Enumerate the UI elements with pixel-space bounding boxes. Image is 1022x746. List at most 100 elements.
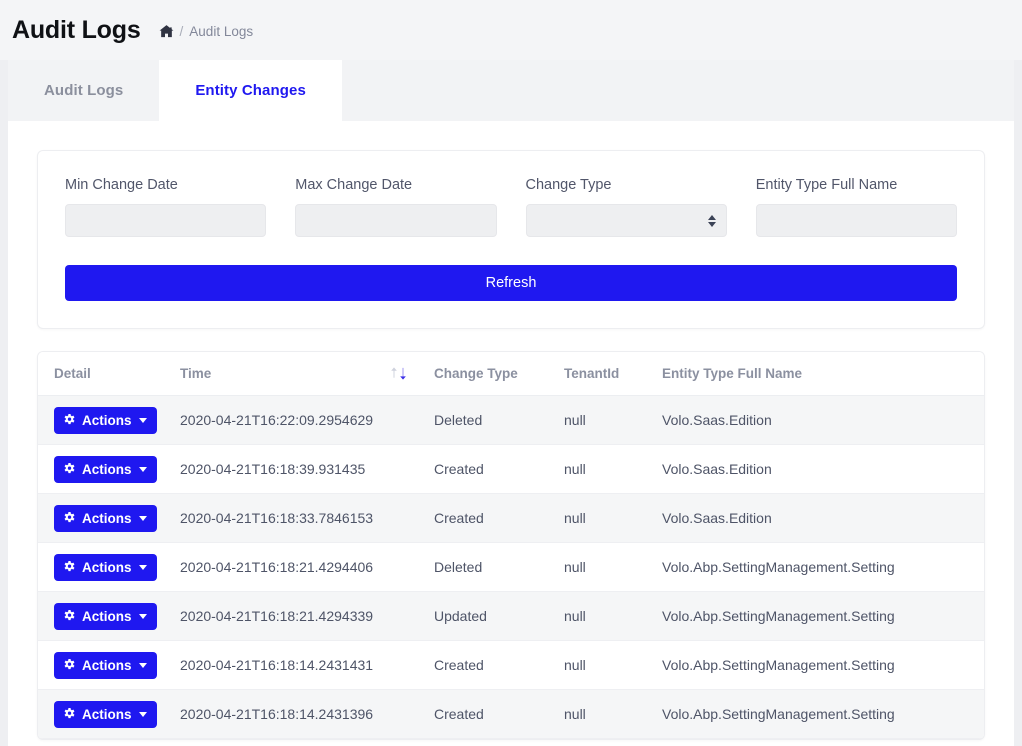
chevron-down-icon: [138, 564, 147, 570]
cell-time: 2020-04-21T16:22:09.2954629: [180, 395, 434, 446]
actions-button[interactable]: Actions: [54, 553, 157, 582]
cell-entity: Volo.Abp.SettingManagement.Setting: [662, 689, 984, 740]
field-max-change-date: Max Change Date: [295, 177, 497, 238]
breadcrumb-separator: /: [179, 24, 184, 39]
field-change-type: Change Type: [525, 177, 727, 238]
cell-entity: Volo.Saas.Edition: [662, 493, 984, 544]
actions-button[interactable]: Actions: [54, 602, 157, 631]
change-type-select-wrap: [525, 204, 727, 238]
table-row: Actions 2020-04-21T16:18:14.2431431 Create…: [38, 640, 984, 691]
cell-time: 2020-04-21T16:18:14.2431431: [180, 640, 434, 691]
entity-changes-table: Detail Time Change Type TenantId Entity …: [38, 352, 984, 740]
cell-entity: Volo.Abp.SettingManagement.Setting: [662, 591, 984, 642]
column-header-tenant-id-label: TenantId: [564, 366, 620, 382]
column-header-detail-label: Detail: [54, 366, 91, 382]
cell-time: 2020-04-21T16:18:14.2431396: [180, 689, 434, 740]
cell-change: Created: [434, 640, 564, 691]
table-row: Actions 2020-04-21T16:18:33.7846153 Create…: [38, 493, 984, 544]
cell-detail: Actions: [38, 444, 180, 495]
cell-change: Created: [434, 689, 564, 740]
table-row: Actions 2020-04-21T16:18:21.4294339 Update…: [38, 591, 984, 642]
cell-tenant: null: [564, 591, 662, 642]
entity-changes-table-card: Detail Time Change Type TenantId Entity …: [37, 351, 985, 741]
sort-icon[interactable]: [390, 366, 407, 381]
cell-detail: Actions: [38, 493, 180, 544]
home-icon[interactable]: [159, 24, 174, 39]
cell-time: 2020-04-21T16:18:33.7846153: [180, 493, 434, 544]
gear-icon: [63, 609, 76, 623]
entity-type-full-name-input[interactable]: [755, 204, 957, 238]
cell-detail: Actions: [38, 640, 180, 691]
cell-change: Updated: [434, 591, 564, 642]
chevron-down-icon: [138, 417, 147, 423]
column-header-change-type-label: Change Type: [434, 366, 518, 382]
refresh-button[interactable]: Refresh: [65, 265, 957, 302]
chevron-down-icon: [138, 711, 147, 717]
content-shell: Audit Logs Entity Changes Min Change Dat…: [8, 60, 1014, 746]
cell-detail: Actions: [38, 689, 180, 740]
cell-entity: Volo.Abp.SettingManagement.Setting: [662, 542, 984, 593]
max-change-date-input[interactable]: [295, 204, 497, 238]
actions-button[interactable]: Actions: [54, 406, 157, 435]
tab-audit-logs[interactable]: Audit Logs: [8, 60, 159, 121]
actions-button-label: Actions: [82, 608, 132, 624]
tab-audit-logs-label: Audit Logs: [44, 82, 124, 99]
gear-icon: [63, 511, 76, 525]
cell-tenant: null: [564, 395, 662, 446]
column-header-entity-type-full-name-label: Entity Type Full Name: [662, 366, 803, 382]
tab-panel-entity-changes: Min Change Date Max Change Date Change T…: [8, 122, 1014, 741]
actions-button-label: Actions: [82, 510, 132, 526]
actions-button-label: Actions: [82, 706, 132, 722]
cell-entity: Volo.Saas.Edition: [662, 444, 984, 495]
min-change-date-input[interactable]: [65, 204, 267, 238]
gear-icon: [63, 560, 76, 574]
cell-detail: Actions: [38, 591, 180, 642]
column-header-tenant-id: TenantId: [564, 352, 662, 397]
table-head: Detail Time Change Type TenantId Entity …: [38, 352, 984, 397]
actions-button-label: Actions: [82, 461, 132, 477]
cell-tenant: null: [564, 444, 662, 495]
chevron-down-icon: [138, 515, 147, 521]
column-header-time-label: Time: [180, 366, 212, 382]
max-change-date-label: Max Change Date: [295, 177, 413, 193]
gear-icon: [63, 413, 76, 427]
table-row: Actions 2020-04-21T16:18:21.4294406 Delete…: [38, 542, 984, 593]
cell-time: 2020-04-21T16:18:21.4294406: [180, 542, 434, 593]
table-row: Actions 2020-04-21T16:18:39.931435 Created…: [38, 444, 984, 495]
actions-button[interactable]: Actions: [54, 651, 157, 680]
cell-tenant: null: [564, 542, 662, 593]
table-row: Actions 2020-04-21T16:22:09.2954629 Delete…: [38, 395, 984, 446]
cell-time: 2020-04-21T16:18:39.931435: [180, 444, 434, 495]
cell-detail: Actions: [38, 542, 180, 593]
page-title: Audit Logs: [12, 15, 141, 44]
actions-button[interactable]: Actions: [54, 504, 157, 533]
column-header-time[interactable]: Time: [180, 352, 434, 397]
column-header-detail: Detail: [38, 352, 180, 397]
gear-icon: [63, 462, 76, 476]
cell-change: Created: [434, 444, 564, 495]
actions-button-label: Actions: [82, 412, 132, 428]
column-header-change-type: Change Type: [434, 352, 564, 397]
table-body: Actions 2020-04-21T16:22:09.2954629 Delete…: [38, 395, 984, 740]
tab-bar: Audit Logs Entity Changes: [8, 60, 1014, 122]
tab-entity-changes[interactable]: Entity Changes: [159, 60, 342, 121]
chevron-down-icon: [138, 662, 147, 668]
cell-change: Deleted: [434, 395, 564, 446]
actions-button[interactable]: Actions: [54, 700, 157, 729]
entity-type-full-name-label: Entity Type Full Name: [755, 177, 898, 193]
change-type-label: Change Type: [525, 177, 612, 193]
chevron-down-icon: [138, 466, 147, 472]
cell-entity: Volo.Abp.SettingManagement.Setting: [662, 640, 984, 691]
breadcrumb: / Audit Logs: [159, 21, 254, 39]
breadcrumb-current: Audit Logs: [189, 24, 254, 39]
table-row: Actions 2020-04-21T16:18:14.2431396 Create…: [38, 689, 984, 740]
gear-icon: [63, 658, 76, 672]
chevron-down-icon: [138, 613, 147, 619]
min-change-date-label: Min Change Date: [65, 177, 178, 193]
change-type-select[interactable]: [525, 204, 727, 238]
cell-change: Created: [434, 493, 564, 544]
actions-button[interactable]: Actions: [54, 455, 157, 484]
filter-card: Min Change Date Max Change Date Change T…: [37, 150, 985, 330]
cell-tenant: null: [564, 689, 662, 740]
actions-button-label: Actions: [82, 559, 132, 575]
